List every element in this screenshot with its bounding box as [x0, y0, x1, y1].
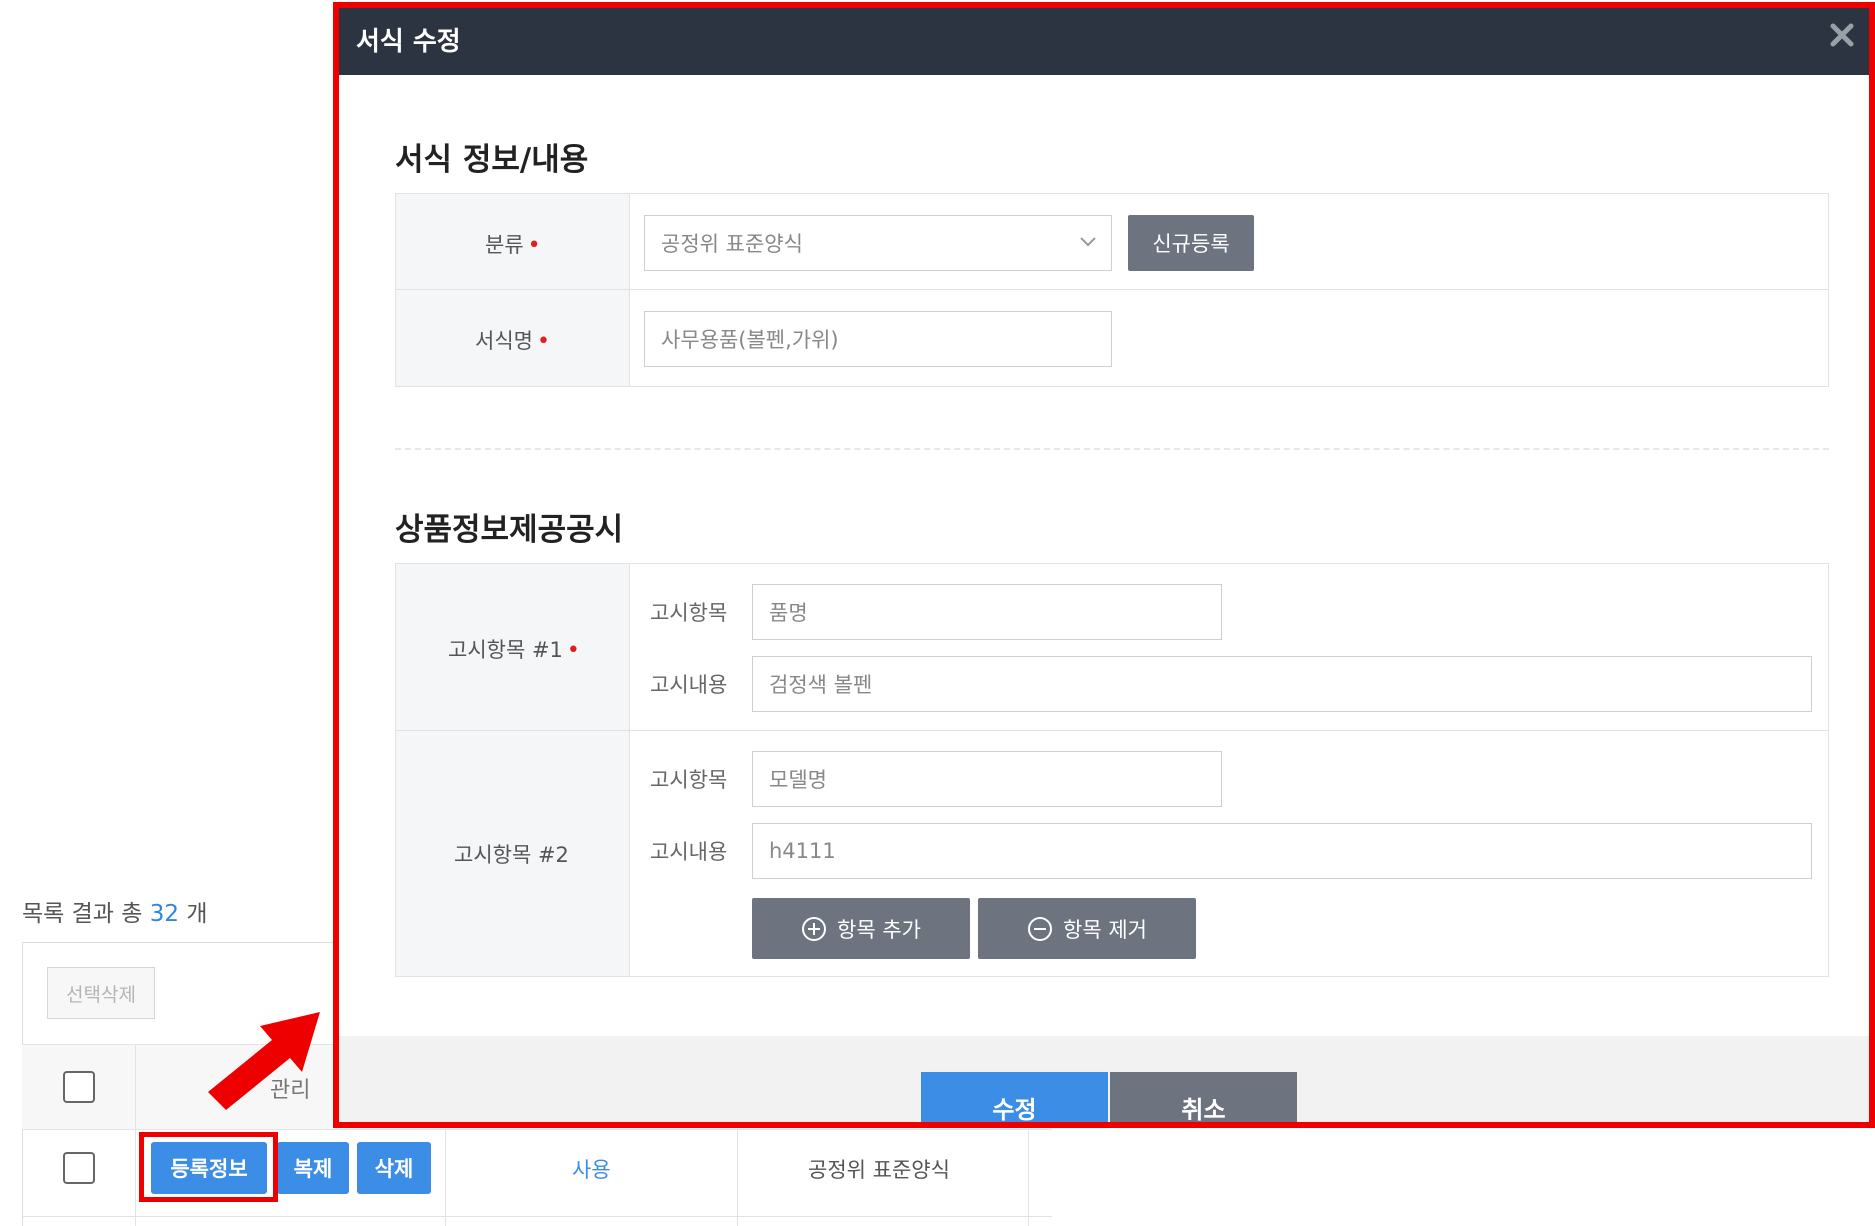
form-info-table: 분류 • 서식명 • 공정위 표준양식 신규등록 사무용품(볼펜,가위): [395, 193, 1829, 387]
notice-item-1-label: 고시항목 #1: [448, 638, 563, 662]
add-item-button[interactable]: 항목 추가: [752, 898, 970, 959]
row-checkbox[interactable]: [63, 1152, 95, 1184]
chevron-down-icon: [1080, 237, 1096, 247]
new-register-button[interactable]: 신규등록: [1128, 215, 1254, 271]
annotation-arrow-icon: [208, 1012, 320, 1110]
required-mark: •: [527, 233, 541, 258]
column-divider: [135, 1044, 136, 1226]
column-divider: [737, 1130, 738, 1226]
required-mark: •: [566, 638, 580, 663]
product-notice-table: 고시항목 #1 • 고시항목 품명 고시내용 검정색 볼펜 고시항목 #2 고시항…: [395, 563, 1829, 977]
category-label: 분류: [485, 233, 524, 257]
modal-footer: 수정 취소: [339, 1036, 1869, 1122]
save-button[interactable]: 수정: [921, 1072, 1108, 1122]
row-divider: [22, 1216, 1052, 1217]
notice-item-2-name-input[interactable]: 모델명: [752, 751, 1222, 807]
form-name-input[interactable]: 사무용품(볼펜,가위): [644, 311, 1112, 367]
result-count: 목록 결과 총 32 개: [22, 901, 208, 927]
notice-item-name-label: 고시항목: [650, 768, 728, 792]
section-title-form-info: 서식 정보/내용: [395, 142, 589, 178]
category-select[interactable]: 공정위 표준양식: [644, 215, 1112, 271]
delete-button[interactable]: 삭제: [357, 1142, 431, 1194]
cancel-button[interactable]: 취소: [1110, 1072, 1297, 1122]
minus-circle-icon: [1028, 916, 1053, 941]
highlight-box: [139, 1132, 278, 1202]
select-all-checkbox[interactable]: [63, 1071, 95, 1103]
close-icon[interactable]: [1825, 18, 1859, 52]
remove-item-button[interactable]: 항목 제거: [978, 898, 1196, 959]
result-count-number: 32: [149, 901, 180, 927]
section-title-product-notice: 상품정보제공공시: [395, 512, 624, 548]
column-divider: [1028, 1130, 1029, 1226]
notice-item-1-name-input[interactable]: 품명: [752, 584, 1222, 640]
required-mark: •: [536, 329, 550, 354]
column-divider: [445, 1130, 446, 1226]
modal-header: 서식 수정: [339, 8, 1869, 75]
notice-item-content-label: 고시내용: [650, 840, 728, 864]
select-delete-button[interactable]: 선택삭제: [47, 967, 155, 1019]
notice-item-2-label: 고시항목 #2: [454, 843, 569, 867]
copy-button[interactable]: 복제: [277, 1142, 349, 1194]
notice-item-2-content-input[interactable]: h4111: [752, 823, 1812, 879]
form-name-label: 서식명: [475, 329, 533, 353]
status-cell[interactable]: 사용: [572, 1154, 611, 1184]
notice-item-content-label: 고시내용: [650, 673, 728, 697]
notice-item-1-content-input[interactable]: 검정색 볼펜: [752, 656, 1812, 712]
category-cell: 공정위 표준양식: [808, 1158, 950, 1182]
section-divider: [395, 448, 1829, 450]
plus-circle-icon: [802, 916, 827, 941]
notice-item-name-label: 고시항목: [650, 601, 728, 625]
edit-form-modal: 서식 수정 서식 정보/내용 분류 • 서식명 • 공정위 표준양식 신규등록 사무…: [333, 2, 1875, 1128]
modal-title: 서식 수정: [356, 27, 461, 57]
